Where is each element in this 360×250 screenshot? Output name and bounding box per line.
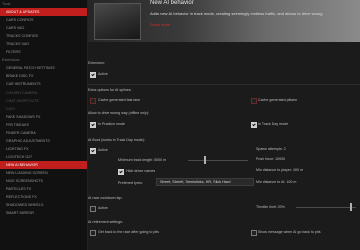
header-banner: New AI behavior Adds new AI behavior in … xyxy=(88,0,360,42)
track-day-mode-label: In Track Day mode xyxy=(258,122,289,126)
sidebar-item-graphic-adjustments[interactable]: GRAPHIC ADJUSTMENTS xyxy=(0,137,87,145)
sidebar-item-car-instruments[interactable]: CAR INSTRUMENTS xyxy=(0,80,87,88)
sidebar-item-chat-shortcuts[interactable]: CHAT SHORTCUTS xyxy=(0,97,87,105)
extra-options-label: Extra options for AI splines: xyxy=(88,88,132,92)
sidebar-item-about[interactable]: ABOUT & UPDATES xyxy=(0,8,87,17)
hide-driver-names-checkbox[interactable] xyxy=(118,169,124,175)
show-more-link[interactable]: Show more xyxy=(150,22,170,27)
ai-flood-active-label: Active xyxy=(98,148,108,152)
min-track-length-slider-thumb[interactable] xyxy=(204,156,206,164)
spawn-attempts-label: Spawn attempts: 2 xyxy=(256,147,286,151)
sidebar-item-new-ai-behavior[interactable]: NEW AI BEHAVIOR xyxy=(0,160,87,169)
retirement-settings-label: AI retirement settings: xyxy=(88,220,123,224)
fast-lane-checkbox[interactable] xyxy=(90,98,96,104)
sidebar-item-ffb-tweaks[interactable]: FFB TWEAKS xyxy=(0,121,87,129)
race-cooldown-active-label: Active xyxy=(98,206,108,210)
sidebar-item-general-patch[interactable]: GENERAL PATCH SETTINGS xyxy=(0,64,87,72)
sidebar-item-tracks-configs[interactable]: TRACKS CONFIGS xyxy=(0,32,87,40)
pit-lane-label: Cache generated pitlane xyxy=(258,98,298,102)
min-track-length-slider[interactable] xyxy=(188,160,248,161)
sidebar-item-reflections-fx[interactable]: REFLECTIONS FX xyxy=(0,193,87,201)
sidebar-item-smart-mirror[interactable]: SMART MIRROR xyxy=(0,209,87,217)
sidebar-item-fake-shadows[interactable]: FAKE SHADOWS FX xyxy=(0,113,87,121)
sidebar-item-particles-fx[interactable]: PARTICLES FX xyxy=(0,185,87,193)
track-day-mode-checkbox[interactable] xyxy=(251,122,257,128)
extension-active-label: Active xyxy=(98,72,108,76)
preferred-tyres-label: Preferred tyres: xyxy=(118,181,143,185)
fast-lane-label: Cache generated fast lane xyxy=(98,98,141,102)
wrong-way-label: Allow to drive wrong way (offline only): xyxy=(88,111,150,115)
hide-driver-names-label: Hide driver names xyxy=(126,169,156,173)
extension-label: Extension: xyxy=(88,61,105,65)
min-distance-ai-label: Min distance to AI: 100 m xyxy=(256,180,297,184)
sidebar-item-finder-camera[interactable]: FINDER CAMERA xyxy=(0,129,87,137)
show-message-label: Show message when AI go back to pits xyxy=(258,230,321,234)
sidebar-item-shadowed-wheels[interactable]: SHADOWED WHEELS xyxy=(0,201,87,209)
sidebar-item-filters[interactable]: FILTERS xyxy=(0,48,87,56)
ai-flood-label: AI flood (works in Track Day mode): xyxy=(88,138,145,142)
preferred-tyres-input[interactable]: Street, Street!, Semislicks, HR, Slick H… xyxy=(156,178,254,186)
sidebar-header-extensions: Extensions xyxy=(2,58,20,63)
sidebar-item-brake-disc[interactable]: BRAKE DISC FX xyxy=(0,72,87,80)
show-message-checkbox[interactable] xyxy=(251,230,257,236)
throttle-limit-slider[interactable] xyxy=(296,207,356,208)
page-title: New AI behavior xyxy=(150,0,194,6)
practice-mode-label: In Practice mode xyxy=(98,122,125,126)
min-track-length-label: Minimum track length: 5000 m xyxy=(118,158,167,162)
sidebar-item-dxgi[interactable]: DXGI xyxy=(0,105,87,113)
preview-thumbnail xyxy=(94,3,141,40)
go-back-checkbox[interactable] xyxy=(90,230,96,236)
sidebar-header-tools: Tools xyxy=(2,2,11,6)
extension-active-checkbox[interactable] xyxy=(90,72,96,78)
push-force-label: Push force: 10000 xyxy=(256,157,286,161)
race-cooldown-label: AI race cooldown lap: xyxy=(88,196,123,200)
sidebar: Tools ABOUT & UPDATES CARS CONFIGS CARS … xyxy=(0,0,88,250)
sidebar-item-tracks-vao[interactable]: TRACKS VAO xyxy=(0,40,87,48)
ai-flood-active-checkbox[interactable] xyxy=(90,148,96,154)
settings-panel: New AI behavior Adds new AI behavior in … xyxy=(88,0,360,250)
go-back-label: Get back to the race after going to pits xyxy=(98,230,159,234)
sidebar-item-logitech[interactable]: LOGITECH G27 xyxy=(0,153,87,161)
race-cooldown-checkbox[interactable] xyxy=(90,206,96,212)
sidebar-item-lighting-fx[interactable]: LIGHTING FX xyxy=(0,145,87,153)
pit-lane-checkbox[interactable] xyxy=(251,98,257,104)
description-text: Adds new AI behavior in track mode, crea… xyxy=(150,11,323,16)
min-distance-player-label: Min distance to player: 400 m xyxy=(256,168,303,172)
sidebar-item-new-loading-screen[interactable]: NEW LOADING SCREEN xyxy=(0,169,87,177)
throttle-limit-label: Throttle limit: 20% xyxy=(256,205,285,209)
divider xyxy=(88,84,360,85)
sidebar-item-cars-vao[interactable]: CARS VAO xyxy=(0,24,87,32)
throttle-limit-slider-thumb[interactable] xyxy=(350,203,352,211)
sidebar-item-nice-screenshots[interactable]: NICE SCREENSHOTS xyxy=(0,177,87,185)
sidebar-item-chaser-camera[interactable]: CHASER CAMERA xyxy=(0,89,87,97)
practice-mode-checkbox[interactable] xyxy=(90,122,96,128)
sidebar-item-cars-configs[interactable]: CARS CONFIGS xyxy=(0,16,87,24)
